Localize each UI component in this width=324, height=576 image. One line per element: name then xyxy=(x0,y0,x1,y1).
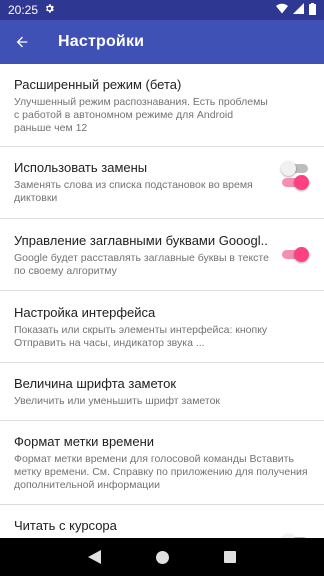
back-triangle-icon[interactable] xyxy=(82,545,106,569)
divider xyxy=(0,290,324,291)
navigation-bar xyxy=(0,538,324,576)
setting-summary: Заменять слова из списка подстановок во … xyxy=(14,179,253,204)
setting-title: Величина шрифта заметок xyxy=(14,376,177,391)
setting-summary: Формат метки времени для голосовой коман… xyxy=(14,453,308,491)
capitalization-switch[interactable] xyxy=(282,247,309,262)
setting-use-replacements[interactable]: Использовать замены Заменять слова из сп… xyxy=(0,160,324,205)
setting-advanced-mode[interactable]: Расширенный режим (бета) Улучшенный режи… xyxy=(0,77,324,135)
recents-square-icon[interactable] xyxy=(218,545,242,569)
home-circle-icon[interactable] xyxy=(150,545,174,569)
status-bar: 20:25 xyxy=(0,0,324,20)
page-title: Настройки xyxy=(58,33,145,50)
setting-interface[interactable]: Настройка интерфейса Показать или скрыть… xyxy=(0,305,324,350)
use-replacements-switch[interactable] xyxy=(282,175,309,190)
setting-title: Расширенный режим (бета) xyxy=(14,77,182,92)
wifi-icon xyxy=(276,3,288,17)
setting-title: Читать с курсора xyxy=(14,518,117,533)
arrow-back-icon[interactable] xyxy=(0,20,44,64)
app-bar: Настройки xyxy=(0,20,324,64)
divider xyxy=(0,504,324,505)
settings-list: Расширенный режим (бета) Улучшенный режи… xyxy=(0,64,324,538)
setting-font-size[interactable]: Величина шрифта заметок Увеличить или ум… xyxy=(0,376,324,408)
divider xyxy=(0,146,324,147)
setting-summary: Увеличить или уменьшить шрифт заметок xyxy=(14,395,221,407)
battery-icon xyxy=(309,2,316,18)
setting-title: Управление заглавными буквами Gooogl.. xyxy=(14,233,268,248)
gear-icon xyxy=(44,3,55,17)
setting-read-from-cursor[interactable]: Читать с курсора xyxy=(0,518,324,537)
divider xyxy=(0,420,324,421)
setting-capitalization[interactable]: Управление заглавными буквами Gooogl.. G… xyxy=(0,233,324,278)
signal-icon xyxy=(293,3,304,17)
setting-title: Формат метки времени xyxy=(14,434,155,449)
switch-thumb xyxy=(294,175,309,190)
setting-title: Настройка интерфейса xyxy=(14,305,156,320)
setting-summary: Google будет расставлять заглавные буквы… xyxy=(14,252,269,277)
switch-thumb xyxy=(294,247,309,262)
divider xyxy=(0,362,324,363)
status-time: 20:25 xyxy=(8,3,39,17)
setting-summary: Улучшенный режим распознавания. Есть про… xyxy=(14,96,268,134)
setting-timestamp-format[interactable]: Формат метки времени Формат метки времен… xyxy=(0,434,324,492)
setting-summary: Показать или скрыть элементы интерфейса:… xyxy=(14,324,268,349)
setting-title: Использовать замены xyxy=(14,160,148,175)
divider xyxy=(0,218,324,219)
